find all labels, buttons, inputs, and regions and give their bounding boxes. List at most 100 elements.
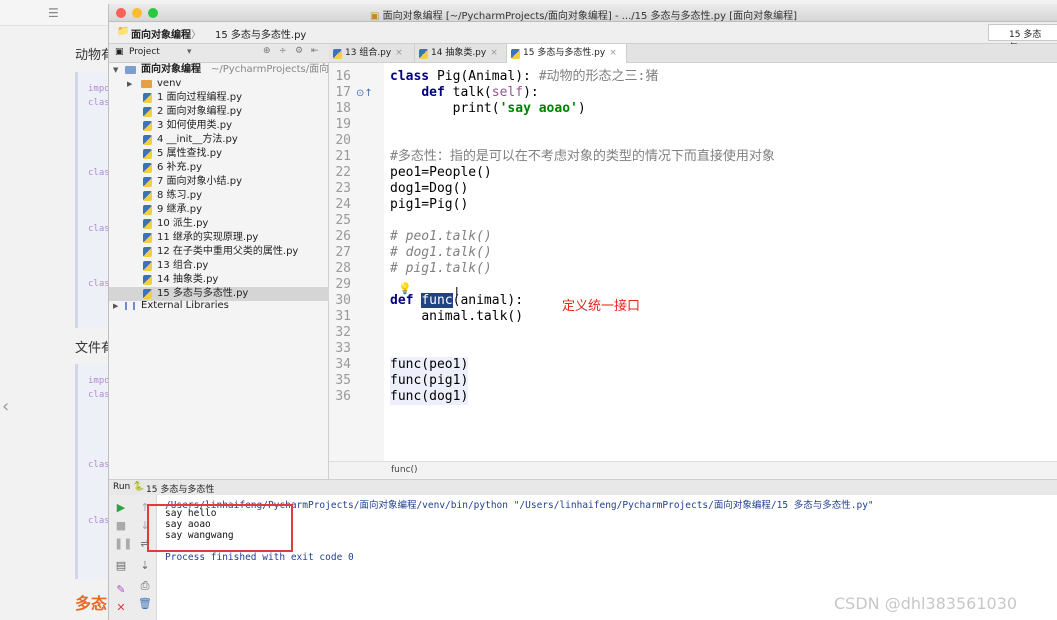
lightbulb-icon[interactable]: 💡 [398,282,412,295]
close-tab-icon[interactable]: × [609,48,617,58]
tree-item-file[interactable]: 5 属性查找.py [109,147,329,161]
collapse-icon[interactable]: ÷ [279,46,287,56]
line-number: 36 [335,389,351,404]
line-number: 26 [335,229,351,244]
python-file-icon [143,93,152,103]
class-declaration: Pig(Animal): [429,69,539,84]
project-view-label[interactable]: Project [129,47,160,57]
run-config-selector[interactable]: 15 多态与... [988,24,1057,53]
output-highlight-box [147,504,293,552]
chevron-right-icon: 〉 [191,30,201,41]
tree-item-file[interactable]: 8 练习.py [109,189,329,203]
code-line-16: class Pig(Animal): #动物的形态之三:猪 [390,69,658,85]
editor-tabs: 13 组合.py × 14 抽象类.py × 15 多态与多态性.py × [329,44,1057,63]
print-icon[interactable]: ⎙ [138,579,152,593]
method-name: talk( [444,85,492,100]
annotation-text: 定义统一接口 [562,299,641,314]
collapse-icon[interactable]: ▶ [113,299,118,313]
tree-item-file[interactable]: 3 如何使用类.py [109,119,329,133]
pin-icon[interactable]: ✎ [114,583,128,596]
console-finished: Process finished with exit code 0 [165,552,354,563]
pause-icon[interactable]: ❚❚ [114,537,132,550]
line-number: 23 [335,181,351,196]
line-number: 33 [335,341,351,356]
background-code-keyword: clas [88,390,110,400]
tree-item-file[interactable]: 7 面向对象小结.py [109,175,329,189]
expand-icon[interactable]: ▼ [113,63,118,77]
code-line-28: # pig1.talk() [390,261,492,276]
tree-item-file[interactable]: 10 派生.py [109,217,329,231]
tree-item-label: 11 继承的实现原理.py [157,232,259,243]
scroll-end-icon[interactable]: ⇣ [138,559,152,572]
python-file-icon [143,205,152,215]
trash-icon[interactable]: 🗑 [138,597,152,610]
tree-item-file[interactable]: 9 继承.py [109,203,329,217]
hide-panel-icon[interactable]: ⇤ [311,46,319,56]
stop-icon[interactable]: ■ [114,519,128,532]
python-file-icon [143,191,152,201]
tree-item-label: 2 面向对象编程.py [157,106,242,117]
background-code-keyword: clas [88,279,110,289]
line-number: 20 [335,133,351,148]
tree-item-file[interactable]: 4 __init__方法.py [109,133,329,147]
nav-crumb-file[interactable]: 15 多态与多态性.py [215,26,306,41]
breadcrumb-function[interactable]: func() [391,465,418,475]
tree-item-external-libraries[interactable]: ▶ External Libraries [109,299,329,313]
tab-label: 15 多态与多态性.py [523,48,606,58]
tree-item-file[interactable]: 12 在子类中重用父类的属性.py [109,245,329,259]
python-file-icon [143,261,152,271]
python-file-icon [143,247,152,257]
navigation-bar: 📁 面向对象编程 〉 15 多态与多态性.py 15 多态与... [109,22,1057,53]
tab-13[interactable]: 13 组合.py × [329,44,415,63]
close-icon[interactable]: ✕ [114,601,128,614]
background-code-keyword: impo [88,84,110,94]
tree-item-label: 12 在子类中重用父类的属性.py [157,246,299,257]
layout-icon[interactable]: ▤ [114,559,128,572]
sync-icon[interactable]: ⊕ [263,46,271,56]
tree-item-file[interactable]: 1 面向过程编程.py [109,91,329,105]
python-file-icon [143,149,152,159]
background-topbar: ☰ [0,0,108,26]
run-label[interactable]: Run [113,482,130,492]
editor-gutter: 16 17 18 19 20 21 22 23 24 25 26 27 28 29 30 31 32 33 34 35… [329,63,384,461]
tree-item-label: 4 __init__方法.py [157,134,238,145]
gear-icon[interactable]: ⚙ [295,46,303,56]
selected-function-name[interactable]: func [421,293,453,308]
punctuation: ): [523,85,539,100]
close-tab-icon[interactable]: × [395,48,403,58]
background-code-block: impo clas clas clas clas [75,72,110,328]
project-panel-header: ▣ Project ▾ ⊕ ÷ ⚙ ⇤ [109,44,329,63]
python-file-icon [143,233,152,243]
rerun-icon[interactable]: ▶ [114,501,128,514]
python-file-icon [143,135,152,145]
line-number: 21 [335,149,351,164]
override-marker-icon[interactable]: ⊙↑ [356,88,373,99]
tree-item-file[interactable]: 6 补充.py [109,161,329,175]
code-line-27: # dog1.talk() [390,245,492,260]
tab-14[interactable]: 14 抽象类.py × [415,44,507,63]
python-file-icon [511,49,520,59]
function-params: (animal): [452,293,524,308]
chevron-down-icon[interactable]: ▾ [187,47,192,57]
background-code-block: impo clas clas clas [75,364,110,579]
code-line-22: peo1=People() [390,165,492,180]
tree-item-file[interactable]: 14 抽象类.py [109,273,329,287]
tree-item-file[interactable]: 2 面向对象编程.py [109,105,329,119]
tab-15-active[interactable]: 15 多态与多态性.py × [507,44,627,63]
nav-crumb-project[interactable]: 面向对象编程 [131,26,191,41]
code-line-21: #多态性：指的是可以在不考虑对象的类型的情况下而直接使用对象 [390,149,775,164]
tree-root[interactable]: ▼ 面向对象编程 ~/PycharmProjects/面向 [109,63,329,77]
menu-icon[interactable]: ☰ [48,6,59,20]
line-number: 32 [335,325,351,340]
previous-arrow-icon[interactable]: ‹ [2,396,9,417]
tree-item-label: 3 如何使用类.py [157,120,232,131]
close-tab-icon[interactable]: × [490,48,498,58]
collapse-icon[interactable]: ▶ [127,77,132,91]
code-editor[interactable]: class Pig(Animal): #动物的形态之三:猪 def talk(s… [384,63,1057,461]
tree-item-file[interactable]: 11 继承的实现原理.py [109,231,329,245]
background-code-keyword: clas [88,224,110,234]
background-code-keyword: impo [88,376,110,386]
print-call: print( [452,101,500,116]
tree-item-file[interactable]: 13 组合.py [109,259,329,273]
tree-item-venv[interactable]: ▶ venv [109,77,329,91]
